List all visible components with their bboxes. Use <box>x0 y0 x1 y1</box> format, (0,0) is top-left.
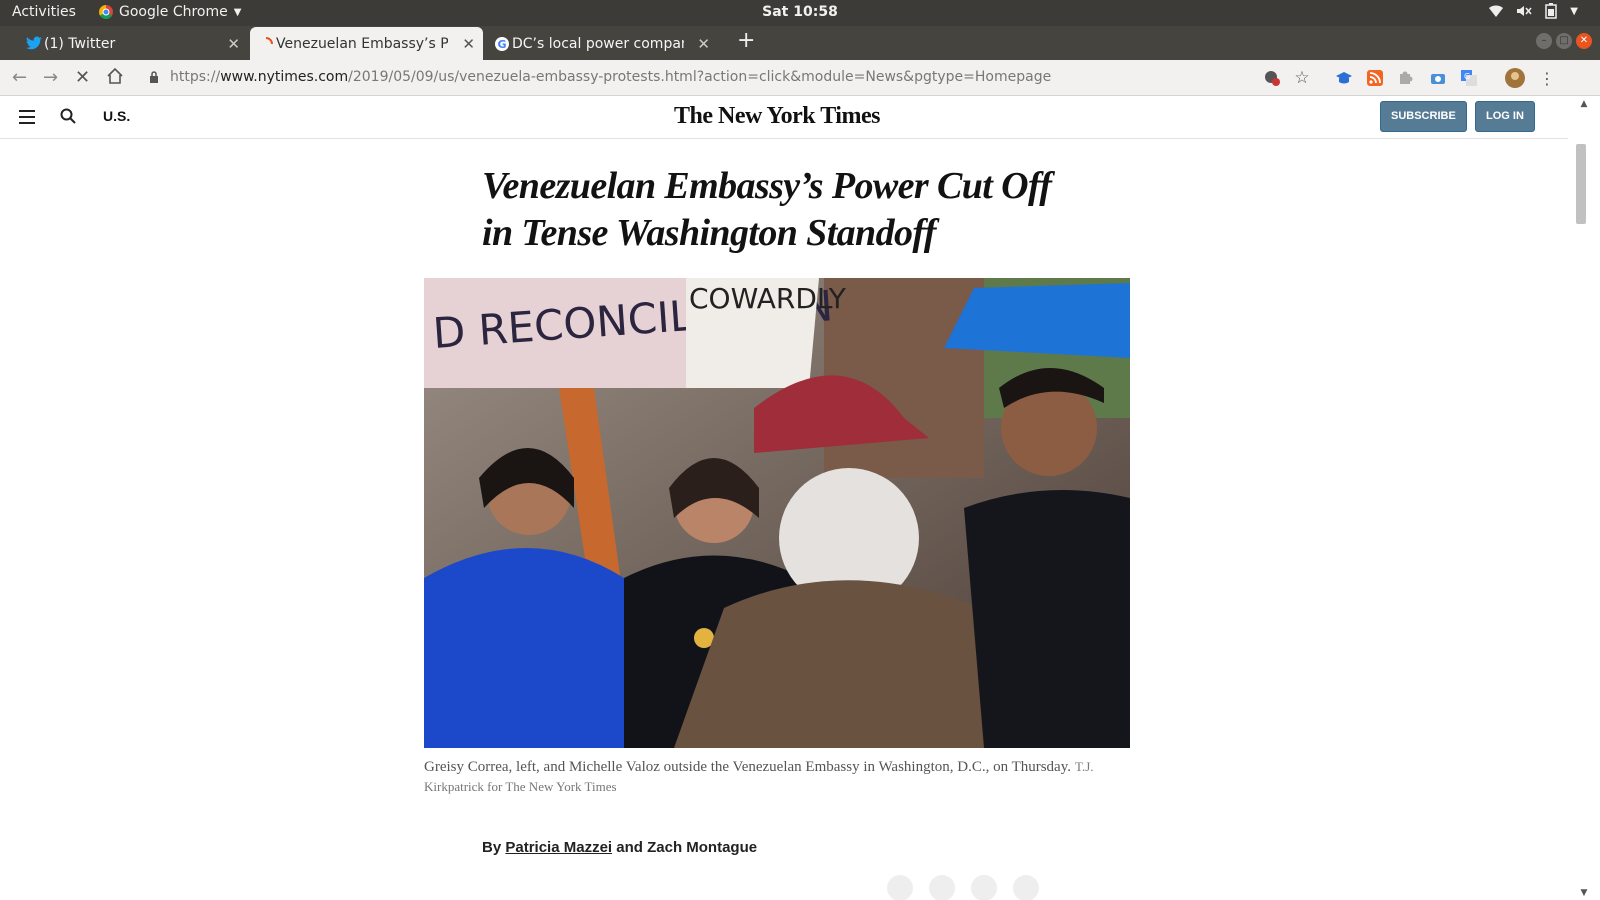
google-icon: G <box>495 37 509 51</box>
adblock-icon[interactable] <box>1262 68 1282 88</box>
scroll-thumb[interactable] <box>1576 144 1586 224</box>
stop-loading-button[interactable]: ✕ <box>75 67 90 88</box>
more-menu-icon[interactable]: ⋮ <box>1537 68 1557 88</box>
twitter-icon <box>26 36 42 50</box>
home-icon <box>107 67 123 84</box>
photo-caption: Greisy Correa, left, and Michelle Valoz … <box>424 757 1130 797</box>
headline-line-1: Venezuelan Embassy’s Power Cut Off <box>482 165 1052 207</box>
clock[interactable]: Sat 10:58 <box>0 4 1600 20</box>
forward-button[interactable]: → <box>43 67 58 88</box>
close-window-button[interactable]: ✕ <box>1576 33 1592 49</box>
loading-icon <box>265 37 273 45</box>
rss-icon[interactable] <box>1365 68 1385 88</box>
url-prefix: https:// <box>170 69 221 85</box>
scroll-up-arrow[interactable]: ▲ <box>1568 99 1600 109</box>
byline-prefix: By <box>482 839 502 856</box>
share-email-icon[interactable] <box>971 875 997 900</box>
protest-photo-illustration: D RECONCILIATION COWARDLY <box>424 278 1130 748</box>
svg-text:G: G <box>1464 72 1470 81</box>
wifi-icon <box>1489 5 1504 17</box>
caption-text: Greisy Correa, left, and Michelle Valoz … <box>424 759 1071 775</box>
tab-twitter[interactable]: (1) Twitter ✕ <box>18 27 248 60</box>
extension-puzzle-icon[interactable] <box>1396 68 1416 88</box>
translate-icon[interactable]: G <box>1459 68 1479 88</box>
tab-dc-power[interactable]: G DC’s local power compan ✕ <box>486 27 718 60</box>
lead-photo[interactable]: D RECONCILIATION COWARDLY <box>424 278 1130 748</box>
share-twitter-icon[interactable] <box>929 875 955 900</box>
login-button[interactable]: LOG IN <box>1475 101 1535 132</box>
new-tab-button[interactable]: + <box>737 28 755 53</box>
article-byline: By Patricia Mazzei and Zach Montague <box>482 839 757 856</box>
camera-icon[interactable] <box>1428 68 1448 88</box>
headline-line-2: in Tense Washington Standoff <box>482 212 936 254</box>
profile-avatar-icon[interactable] <box>1505 68 1525 88</box>
page-scrollbar[interactable]: ▲ ▼ <box>1568 97 1600 900</box>
page-viewport: U.S. The New York Times SUBSCRIBE LOG IN… <box>0 97 1568 900</box>
close-icon[interactable]: ✕ <box>462 35 475 53</box>
system-top-bar: Activities Google Chrome ▼ Sat 10:58 ▼ <box>0 0 1600 26</box>
tab-label: (1) Twitter <box>44 35 116 52</box>
tab-label: Venezuelan Embassy’s Po <box>276 35 448 52</box>
author-link-patricia-mazzei[interactable]: Patricia Mazzei <box>505 839 612 856</box>
tab-label: DC’s local power compan <box>512 35 684 52</box>
volume-muted-icon <box>1517 6 1532 16</box>
back-button[interactable]: ← <box>12 67 27 88</box>
close-icon[interactable]: ✕ <box>697 35 710 53</box>
url-domain: www.nytimes.com <box>220 69 349 85</box>
extension-cap-icon[interactable] <box>1334 68 1354 88</box>
home-button[interactable] <box>106 67 124 90</box>
nyt-masthead: U.S. The New York Times SUBSCRIBE LOG IN <box>0 97 1568 139</box>
chevron-down-icon: ▼ <box>1570 5 1578 17</box>
lock-icon[interactable] <box>149 71 159 84</box>
close-icon[interactable]: ✕ <box>227 35 240 53</box>
author-zach-montague: Zach Montague <box>647 839 758 856</box>
scroll-down-arrow[interactable]: ▼ <box>1568 888 1600 898</box>
tab-venezuelan-embassy[interactable]: Venezuelan Embassy’s Po ✕ <box>250 27 483 60</box>
url-path: /2019/05/09/us/venezuela-embassy-protest… <box>348 69 1052 85</box>
window-controls: – □ ✕ <box>1536 33 1592 49</box>
share-facebook-icon[interactable] <box>887 875 913 900</box>
tab-strip: (1) Twitter ✕ Venezuelan Embassy’s Po ✕ … <box>0 26 1600 60</box>
share-more-icon[interactable] <box>1013 875 1039 900</box>
minimize-button[interactable]: – <box>1536 33 1552 49</box>
article-headline: Venezuelan Embassy’s Power Cut Off in Te… <box>482 163 1082 257</box>
address-bar[interactable]: https://www.nytimes.com/2019/05/09/us/ve… <box>170 69 1051 85</box>
browser-toolbar: ← → ✕ https://www.nytimes.com/2019/05/09… <box>0 60 1600 96</box>
sign-cowardly: COWARDLY <box>689 282 847 315</box>
subscribe-button[interactable]: SUBSCRIBE <box>1380 101 1467 132</box>
nyt-logo[interactable]: The New York Times <box>0 103 1554 130</box>
system-tray[interactable]: ▼ <box>1488 3 1578 19</box>
svg-text:G: G <box>497 38 506 51</box>
battery-icon <box>1545 3 1558 19</box>
maximize-button[interactable]: □ <box>1556 33 1572 49</box>
bookmark-star-icon[interactable]: ☆ <box>1292 68 1312 88</box>
byline-join: and <box>616 839 643 856</box>
